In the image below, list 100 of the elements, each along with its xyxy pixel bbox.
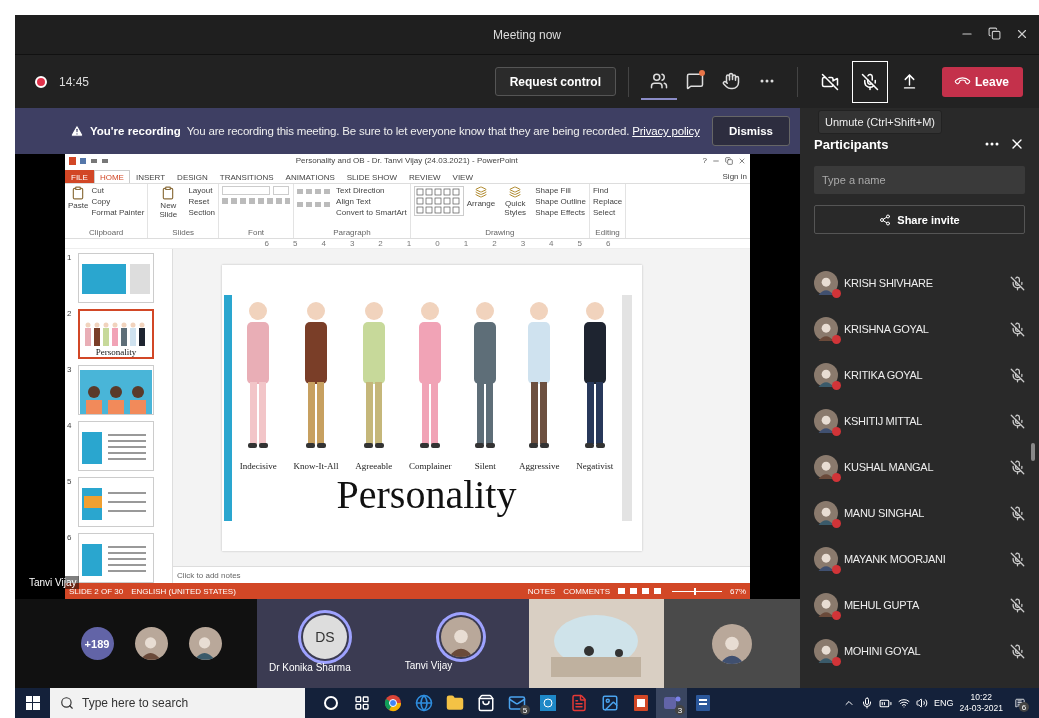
- taskbar-app[interactable]: 5: [501, 688, 532, 718]
- count-badge: 6: [1019, 702, 1029, 712]
- notes-field[interactable]: Click to add notes: [173, 566, 750, 584]
- slide-thumbnail[interactable]: [78, 253, 154, 304]
- app-icon: [538, 694, 557, 712]
- notifications-button[interactable]: 6: [1009, 691, 1031, 715]
- camera-off-icon: [820, 72, 839, 91]
- presentation-title: Personality and OB - Dr. Tanvi Vijay (24.03.2021) - PowerPoint: [294, 156, 519, 166]
- slide-number: 1: [67, 253, 73, 265]
- cartoon-preview-drawing: [80, 370, 152, 415]
- ribbon-command[interactable]: Find: [592, 186, 623, 196]
- scrollbar-thumb[interactable]: [1031, 443, 1035, 461]
- help-icon[interactable]: ?: [702, 156, 707, 166]
- ribbon-button[interactable]: Paste: [68, 186, 89, 211]
- share-icon: [879, 213, 892, 226]
- image-icon: [600, 694, 619, 712]
- ribbon-button[interactable]: New Slide: [151, 186, 186, 220]
- meeting-timer: 14:45: [59, 74, 90, 89]
- participant-name: MOHINI GOYAL: [844, 645, 922, 657]
- wifi-icon[interactable]: [898, 697, 910, 709]
- panel-title: Participants: [814, 136, 890, 152]
- ribbon-button[interactable]: Quick Styles: [498, 186, 533, 218]
- ribbon-command[interactable]: Convert to SmartArt: [336, 208, 407, 218]
- count-badge: 5: [520, 705, 530, 715]
- share-invite-button[interactable]: Share invite: [814, 205, 1025, 234]
- participant-name: KRISHNA GOYAL: [844, 323, 930, 335]
- more-icon[interactable]: [985, 142, 999, 146]
- participant-name: KUSHAL MANGAL: [844, 461, 935, 473]
- banner-title: You're recording: [90, 125, 181, 138]
- group-label: Slides: [171, 228, 196, 238]
- ribbon-command[interactable]: Format Painter: [91, 208, 145, 218]
- ribbon-tab[interactable]: HOME: [93, 170, 130, 184]
- request-control-button[interactable]: Request control: [494, 67, 616, 96]
- ribbon-command[interactable]: Shape Effects: [535, 208, 586, 218]
- ribbon-command[interactable]: Replace: [592, 197, 623, 207]
- task-view-icon: [353, 695, 370, 711]
- windows-icon: [25, 696, 40, 710]
- status-dot: [832, 473, 841, 482]
- ribbon-command[interactable]: Select: [592, 208, 623, 218]
- language-indicator[interactable]: ENG: [934, 698, 954, 708]
- volume-icon[interactable]: [916, 697, 928, 709]
- ribbon-command[interactable]: Cut: [91, 186, 145, 196]
- slide-title: Personality: [336, 471, 517, 519]
- slide-thumbnail[interactable]: [78, 477, 154, 528]
- document-app-icon: [693, 694, 712, 712]
- search-field[interactable]: Type a name: [814, 166, 1025, 194]
- character-label: Silent: [474, 461, 496, 472]
- microphone-button[interactable]: [851, 60, 888, 103]
- ribbon-command[interactable]: Text Direction: [336, 186, 407, 196]
- slide-thumbnail[interactable]: [78, 365, 154, 416]
- slide-thumbnail[interactable]: [78, 533, 154, 584]
- ribbon-command[interactable]: Shape Fill: [535, 186, 586, 196]
- layers-icon: [509, 186, 522, 199]
- clock-date: 24-03-2021: [959, 703, 1003, 714]
- font-name-field[interactable]: [222, 186, 271, 196]
- microphone-icon[interactable]: [861, 697, 873, 709]
- font-size-field[interactable]: [273, 186, 290, 196]
- clipboard-icon: [161, 186, 176, 201]
- group-label: Clipboard: [88, 228, 125, 238]
- ribbon-command[interactable]: Shape Outline: [535, 197, 586, 207]
- microphone-off-icon: [860, 72, 879, 91]
- privacy-policy-link[interactable]: Privacy policy: [632, 125, 700, 138]
- taskbar-search-field[interactable]: Type here to search: [50, 688, 305, 718]
- status-dot: [832, 289, 841, 298]
- character-label: Know-It-All: [293, 461, 339, 472]
- folder-icon: [445, 694, 464, 712]
- hand-icon: [721, 71, 740, 90]
- sign-in-link[interactable]: Sign in: [722, 170, 747, 184]
- close-icon[interactable]: [1015, 27, 1029, 41]
- taskbar-app[interactable]: 3: [656, 688, 687, 718]
- comments-button[interactable]: COMMENTS: [563, 586, 610, 596]
- tooltip: Unmute (Ctrl+Shift+M): [818, 110, 943, 134]
- chat-icon: [685, 71, 704, 90]
- slide-thumbnail[interactable]: Personality: [78, 309, 154, 360]
- more-participants-counter[interactable]: +189: [80, 627, 114, 661]
- notes-button[interactable]: NOTES: [527, 586, 556, 596]
- presentation-icon: [631, 694, 650, 712]
- ribbon-command[interactable]: Section: [188, 208, 216, 218]
- slide-number: 5: [67, 477, 73, 489]
- dismiss-button[interactable]: Dismiss: [711, 116, 790, 147]
- ribbon-tab[interactable]: FILE: [65, 170, 94, 184]
- warning-icon: [70, 124, 84, 139]
- globe-icon: [414, 694, 433, 712]
- slide-number: 3: [67, 365, 73, 377]
- ribbon-command[interactable]: Align Text: [336, 197, 407, 207]
- document-icon: [569, 694, 588, 712]
- view-buttons-drawing: [618, 587, 664, 596]
- participant-name: MAYANK MOORJANI: [844, 553, 947, 565]
- ribbon-command[interactable]: Layout: [188, 186, 216, 196]
- status-dot: [832, 335, 841, 344]
- ribbon-command[interactable]: Reset: [188, 197, 216, 207]
- ribbon-button[interactable]: Arrange: [466, 186, 496, 209]
- group-label: Font: [247, 228, 266, 238]
- leave-button[interactable]: Leave: [941, 66, 1023, 97]
- participant-name: MEHUL GUPTA: [844, 599, 920, 611]
- slide-number: 4: [67, 421, 73, 433]
- slide-thumbnail[interactable]: [78, 421, 154, 472]
- restore-icon[interactable]: [988, 27, 1001, 40]
- status-dot: [832, 381, 841, 390]
- ribbon-command[interactable]: Copy: [91, 197, 145, 207]
